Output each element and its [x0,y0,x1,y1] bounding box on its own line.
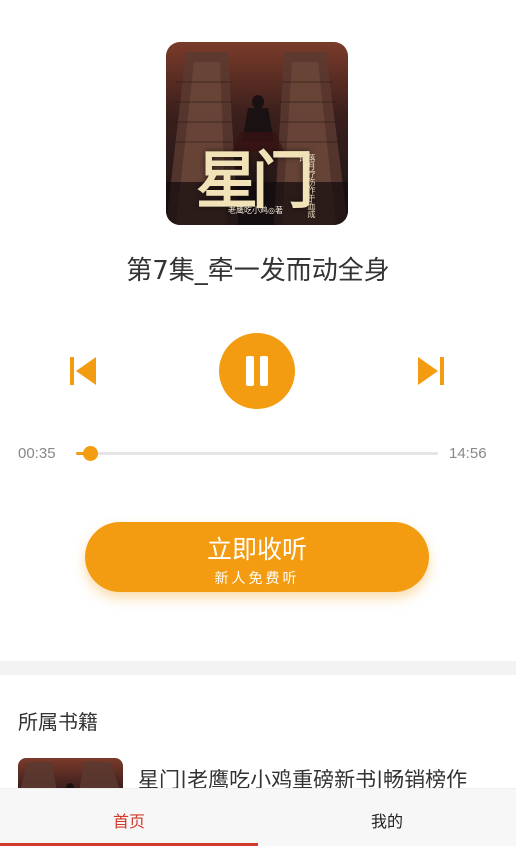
current-time: 00:35 [18,445,56,462]
free-trial-label: 新人免费听 [214,571,300,587]
progress-slider[interactable] [76,446,438,461]
skip-previous-icon [70,357,96,385]
cover-author: 老鹰吃小鸡◎著 [228,206,283,215]
cover-blurb: 落月疗伤作于血成诗 [298,154,316,218]
total-time: 14:56 [449,445,487,462]
progress-thumb[interactable] [83,446,99,461]
previous-button[interactable] [68,355,98,387]
listen-now-label: 立即收听 [206,535,307,564]
tab-home[interactable]: 首页 [0,789,258,846]
section-title: 所属书籍 [18,710,98,734]
tab-home-label: 首页 [112,812,145,831]
skip-next-icon [418,357,444,385]
episode-title: 第7集_牵一发而动全身 [126,256,390,286]
tab-mine-label: 我的 [370,812,403,831]
album-cover: 星门 落月疗伤作于血成诗 老鹰吃小鸡◎著 [166,42,348,225]
section-divider [0,661,516,675]
next-button[interactable] [416,355,446,387]
tab-mine[interactable]: 我的 [258,789,516,846]
bottom-tab-bar: 首页 我的 [0,788,516,846]
pause-button[interactable] [219,333,295,409]
listen-now-button[interactable]: 立即收听 新人免费听 [85,522,429,592]
